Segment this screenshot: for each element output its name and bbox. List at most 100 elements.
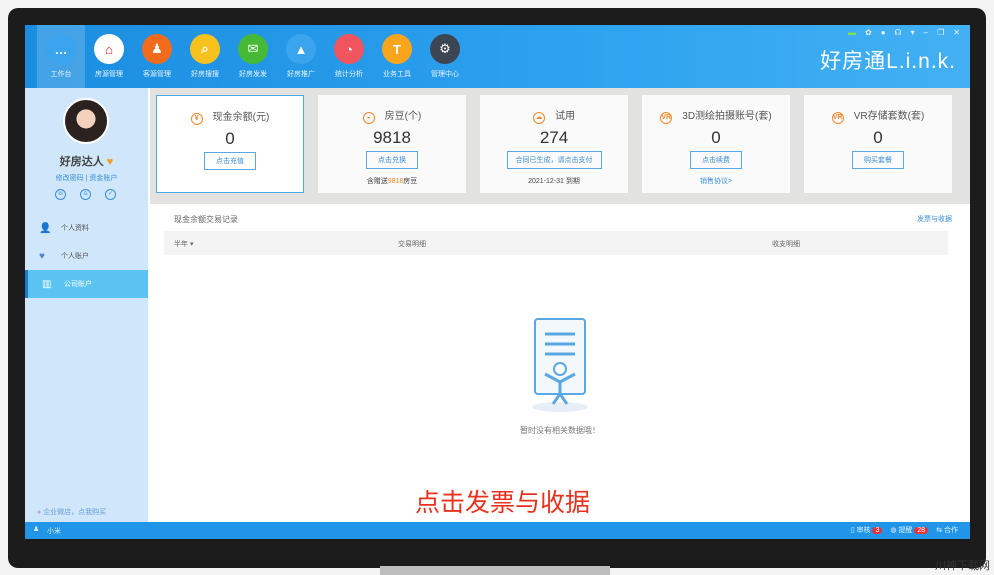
- nav-label: 房源管理: [95, 71, 123, 78]
- status-bar: ♟ 小米 ▯ 审核 3 ◍ 提醒 28 ⇆ 合作: [25, 522, 970, 539]
- cooperation-button[interactable]: ⇆ 合作: [936, 525, 958, 535]
- card-action-button[interactable]: 点击充值: [204, 152, 256, 170]
- nav-item[interactable]: … 工作台: [37, 25, 85, 88]
- nav-item[interactable]: T 业务工具: [373, 25, 421, 88]
- menu-icon: ▥: [42, 278, 52, 290]
- id-icon[interactable]: ♙: [80, 189, 91, 200]
- card-value: 0: [225, 129, 235, 148]
- menu-label: 公司账户: [64, 281, 92, 288]
- card-note: 2021-12-31 到期: [528, 178, 580, 185]
- table-header: 半年 ▾ 交易明细 收支明细: [164, 231, 948, 255]
- period-filter[interactable]: 半年 ▾: [174, 239, 193, 249]
- service-icon[interactable]: ☊: [895, 28, 902, 37]
- nav-icon: …: [46, 34, 76, 64]
- main-content: ¥ 现金余额(元) 0 点击充值 ◒ 房豆(个) 9818 点击兑换 含赠送9818房豆…: [150, 88, 970, 522]
- nav-label: 统计分析: [335, 71, 363, 78]
- fund-account-link[interactable]: 资金账户: [89, 175, 117, 182]
- message-icon[interactable]: ●: [881, 28, 886, 37]
- card-value: 0: [873, 128, 883, 147]
- invoice-receipt-link[interactable]: 发票与收据: [917, 214, 952, 224]
- summary-card: VR VR存储套数(套) 0 购买套餐: [804, 95, 952, 193]
- card-icon: ◒: [362, 112, 375, 124]
- card-title: VR存储套数(套): [853, 111, 925, 122]
- card-icon: ☁: [533, 112, 545, 124]
- minimize-icon[interactable]: –: [924, 28, 928, 37]
- nav-item[interactable]: ▲ 好房推广: [277, 25, 325, 88]
- card-note: 含赠送9818房豆: [366, 178, 418, 185]
- restore-icon[interactable]: ❐: [937, 28, 944, 37]
- column-income-expense: 收支明细: [772, 241, 800, 248]
- nav-item[interactable]: ⌕ 好房搜搜: [181, 25, 229, 88]
- change-password-link[interactable]: 修改密码: [56, 175, 84, 182]
- sidebar-menu: 👤 个人资料 ♥ 个人账户 ▥ 公司账户: [25, 214, 148, 298]
- nav-icon: ♟: [142, 34, 172, 64]
- card-action-button[interactable]: 点击兑换: [366, 151, 418, 169]
- phone-icon[interactable]: ☏: [55, 189, 66, 200]
- remind-button[interactable]: ◍ 提醒 28: [890, 525, 929, 535]
- user-icon: ♟: [33, 526, 40, 533]
- vip-heart-icon: ♥: [103, 156, 114, 168]
- sidebar-item[interactable]: ▥ 公司账户: [25, 270, 148, 298]
- empty-document-icon: [532, 318, 588, 412]
- nav-item[interactable]: ⚙ 管理中心: [421, 25, 469, 88]
- menu-icon: ♥: [39, 250, 45, 262]
- avatar[interactable]: [63, 98, 109, 144]
- sales-agreement-link[interactable]: 销售协议>: [642, 176, 790, 186]
- card-action-button[interactable]: 点击续费: [690, 151, 742, 169]
- summary-card: ◒ 房豆(个) 9818 点击兑换 含赠送9818房豆: [318, 95, 466, 193]
- window-controls: ▬ ✿ ● ☊ ▾ – ❐ ✕: [848, 28, 960, 37]
- summary-cards: ¥ 现金余额(元) 0 点击充值 ◒ 房豆(个) 9818 点击兑换 含赠送9818房豆…: [156, 95, 952, 193]
- close-icon[interactable]: ✕: [953, 28, 960, 37]
- menu-label: 个人资料: [61, 225, 89, 232]
- card-action-button[interactable]: 合同已生成，请点击支付: [506, 151, 602, 169]
- tutorial-caption: 点击发票与收据: [415, 489, 591, 517]
- dropdown-icon[interactable]: ▾: [911, 28, 915, 37]
- card-title: 现金余额(元): [212, 112, 270, 123]
- nav-icon: T: [382, 34, 412, 64]
- app-window: … 工作台 ⌂ 房源管理 ♟ 客源管理 ⌕ 好房搜搜 ✉ 好房发发 ▲ 好房推广 ◔ 统计分析 T 业务工具 ⚙…: [25, 25, 970, 539]
- card-icon: ¥: [190, 113, 203, 125]
- nav-label: 好房搜搜: [191, 71, 219, 78]
- user-links: 修改密码 | 资金账户: [55, 175, 118, 182]
- settings-icon[interactable]: ✿: [865, 28, 872, 37]
- sidebar-item[interactable]: 👤 个人资料: [25, 214, 148, 242]
- card-value: 0: [711, 128, 721, 147]
- menu-label: 个人账户: [61, 253, 89, 260]
- sidebar: 好房达人 ♥ 修改密码 | 资金账户 ☏ ♙ ✓ 👤 个人资料 ♥ 个人账户 ▥ 公司账户…: [25, 88, 148, 522]
- shop-link[interactable]: ● 企业微店，点我购买: [37, 507, 106, 517]
- nav-label: 管理中心: [431, 71, 459, 78]
- nav-item[interactable]: ♟ 客源管理: [133, 25, 181, 88]
- summary-card: ☁ 试用 274 合同已生成，请点击支付 2021-12-31 到期: [480, 95, 628, 193]
- nav-label: 好房发发: [239, 71, 267, 78]
- nav-item[interactable]: ⌂ 房源管理: [85, 25, 133, 88]
- audit-button[interactable]: ▯ 审核 3: [851, 525, 883, 535]
- main-nav: … 工作台 ⌂ 房源管理 ♟ 客源管理 ⌕ 好房搜搜 ✉ 好房发发 ▲ 好房推广 ◔ 统计分析 T 业务工具 ⚙…: [37, 25, 469, 88]
- nav-icon: ⚙: [430, 34, 460, 64]
- wechat-icon: ●: [37, 509, 42, 516]
- remind-count-badge: 28: [914, 527, 929, 534]
- nav-item[interactable]: ◔ 统计分析: [325, 25, 373, 88]
- skin-icon[interactable]: ▬: [848, 28, 856, 37]
- nav-icon: ⌂: [94, 34, 124, 64]
- top-navbar: … 工作台 ⌂ 房源管理 ♟ 客源管理 ⌕ 好房搜搜 ✉ 好房发发 ▲ 好房推广 ◔ 统计分析 T 业务工具 ⚙…: [25, 25, 970, 88]
- summary-card: ¥ 现金余额(元) 0 点击充值: [156, 95, 304, 193]
- card-value: 9818: [373, 128, 411, 147]
- user-name: 好房达人 ♥: [59, 156, 114, 168]
- verified-icon[interactable]: ✓: [105, 189, 116, 200]
- card-icon: VR: [660, 112, 673, 124]
- nav-label: 客源管理: [143, 71, 171, 78]
- card-action-button[interactable]: 购买套餐: [852, 151, 904, 169]
- brand-logo: 好房通L.i.n.k.: [820, 50, 956, 73]
- nav-icon: ▲: [286, 34, 316, 64]
- panel-title: 现金余额交易记录: [174, 215, 238, 224]
- card-title: 试用: [555, 111, 575, 122]
- watermark: 川神下载网: [935, 560, 990, 572]
- user-badges: ☏ ♙ ✓: [55, 189, 116, 200]
- nav-label: 业务工具: [383, 71, 411, 78]
- nav-icon: ◔: [334, 34, 364, 64]
- column-detail: 交易明细: [398, 241, 426, 248]
- nav-icon: ⌕: [190, 34, 220, 64]
- nav-item[interactable]: ✉ 好房发发: [229, 25, 277, 88]
- audit-count-badge: 3: [872, 527, 883, 534]
- sidebar-item[interactable]: ♥ 个人账户: [25, 242, 148, 270]
